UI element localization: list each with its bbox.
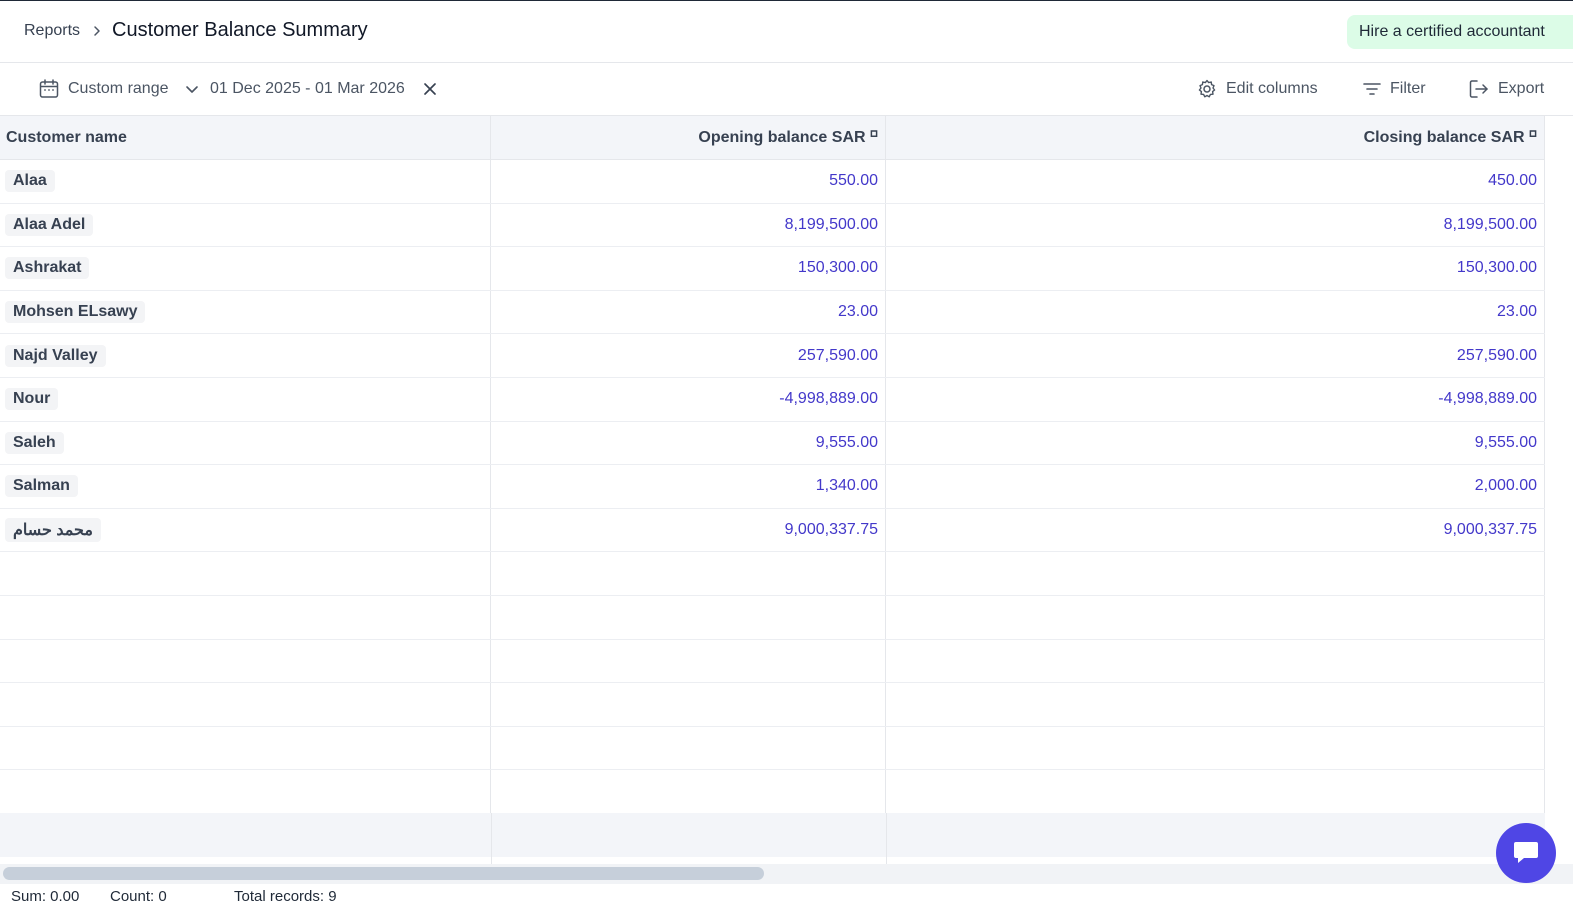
page-title: Customer Balance Summary	[112, 19, 368, 41]
table-totals-row	[0, 813, 1545, 865]
opening-balance-cell: -4,998,889.00	[491, 377, 886, 421]
report-toolbar: Custom range 01 Dec 2025 - 01 Mar 2026 E…	[0, 63, 1573, 116]
date-range-value[interactable]: 01 Dec 2025 - 01 Mar 2026	[210, 63, 405, 115]
opening-balance-cell: 550.00	[491, 160, 886, 203]
opening-balance-cell: 9,000,337.75	[491, 508, 886, 552]
customer-name-cell[interactable]: Najd Valley	[5, 344, 106, 367]
hire-accountant-button[interactable]: Hire a certified accountant	[1347, 15, 1573, 49]
customer-name-cell[interactable]: Saleh	[5, 431, 64, 454]
closing-balance-cell: -4,998,889.00	[886, 377, 1545, 421]
table-row[interactable]: Alaa Adel 8,199,500.00 8,199,500.00	[0, 203, 1545, 248]
chevron-down-icon[interactable]	[184, 63, 200, 115]
opening-balance-cell: 1,340.00	[491, 465, 886, 508]
closing-balance-cell: 9,555.00	[886, 421, 1545, 465]
calendar-icon[interactable]	[38, 63, 60, 115]
opening-balance-cell: 23.00	[491, 290, 886, 334]
customer-name-cell[interactable]: Alaa Adel	[5, 213, 94, 236]
column-header-customer-name[interactable]: Customer name	[0, 116, 491, 159]
table-row[interactable]: Saleh 9,555.00 9,555.00	[0, 421, 1545, 466]
closing-balance-cell: 150,300.00	[886, 247, 1545, 290]
empty-row	[0, 726, 1545, 771]
chat-support-button[interactable]	[1496, 823, 1556, 883]
table-row[interactable]: Mohsen ELsawy 23.00 23.00	[0, 290, 1545, 335]
customer-name-cell[interactable]: Salman	[5, 475, 78, 498]
opening-balance-cell: 8,199,500.00	[491, 203, 886, 247]
filter-label: Filter	[1390, 80, 1426, 97]
closing-balance-cell: 8,199,500.00	[886, 203, 1545, 247]
opening-balance-cell: 257,590.00	[491, 334, 886, 377]
table-header: Customer name Opening balance SAR ⸋ Clos…	[0, 116, 1545, 160]
empty-row	[0, 683, 1545, 727]
table-row[interactable]: Alaa 550.00 450.00	[0, 160, 1545, 204]
closing-balance-cell: 9,000,337.75	[886, 508, 1545, 552]
export-icon	[1468, 78, 1490, 100]
export-button[interactable]: Export	[1468, 63, 1544, 115]
filter-button[interactable]: Filter	[1362, 63, 1426, 115]
edit-columns-label: Edit columns	[1226, 80, 1318, 97]
page-header: Reports Customer Balance Summary Hire a …	[0, 1, 1573, 63]
status-count: Count: 0	[110, 888, 167, 904]
status-total-records: Total records: 9	[234, 888, 337, 904]
customer-name-cell[interactable]: محمد حسام	[5, 518, 101, 543]
table-row[interactable]: Nour -4,998,889.00 -4,998,889.00	[0, 377, 1545, 422]
date-range-preset-select[interactable]: Custom range	[68, 63, 169, 115]
table-row[interactable]: Salman 1,340.00 2,000.00	[0, 465, 1545, 509]
table-row[interactable]: محمد حسام 9,000,337.75 9,000,337.75	[0, 508, 1545, 553]
chevron-right-icon	[90, 24, 104, 38]
closing-balance-cell: 23.00	[886, 290, 1545, 334]
table-row[interactable]: Najd Valley 257,590.00 257,590.00	[0, 334, 1545, 378]
horizontal-scrollbar-thumb[interactable]	[3, 867, 764, 880]
customer-name-cell[interactable]: Alaa	[5, 170, 55, 193]
filter-icon	[1362, 79, 1382, 99]
customer-name-cell[interactable]: Ashrakat	[5, 257, 90, 280]
chat-bubble-icon	[1510, 835, 1542, 872]
opening-balance-cell: 150,300.00	[491, 247, 886, 290]
opening-balance-cell: 9,555.00	[491, 421, 886, 465]
closing-balance-cell: 450.00	[886, 160, 1545, 203]
edit-columns-button[interactable]: Edit columns	[1196, 63, 1318, 115]
status-sum: Sum: 0.00	[11, 888, 80, 904]
empty-row	[0, 552, 1545, 596]
status-bar: Sum: 0.00 Count: 0 Total records: 9	[0, 884, 1573, 904]
empty-row	[0, 770, 1545, 814]
closing-balance-cell: 257,590.00	[886, 334, 1545, 377]
empty-row	[0, 595, 1545, 640]
table-body: Alaa 550.00 450.00 Alaa Adel 8,199,500.0…	[0, 160, 1545, 814]
breadcrumb-reports-link[interactable]: Reports	[24, 22, 80, 40]
column-header-closing-balance[interactable]: Closing balance SAR ⸋	[886, 116, 1545, 159]
gear-icon	[1196, 78, 1218, 100]
customer-name-cell[interactable]: Mohsen ELsawy	[5, 301, 146, 324]
closing-balance-cell: 2,000.00	[886, 465, 1545, 508]
column-header-opening-balance[interactable]: Opening balance SAR ⸋	[491, 116, 886, 159]
customer-name-cell[interactable]: Nour	[5, 388, 59, 411]
export-label: Export	[1498, 80, 1545, 97]
table-row[interactable]: Ashrakat 150,300.00 150,300.00	[0, 247, 1545, 291]
close-icon[interactable]	[422, 63, 438, 115]
empty-row	[0, 639, 1545, 684]
